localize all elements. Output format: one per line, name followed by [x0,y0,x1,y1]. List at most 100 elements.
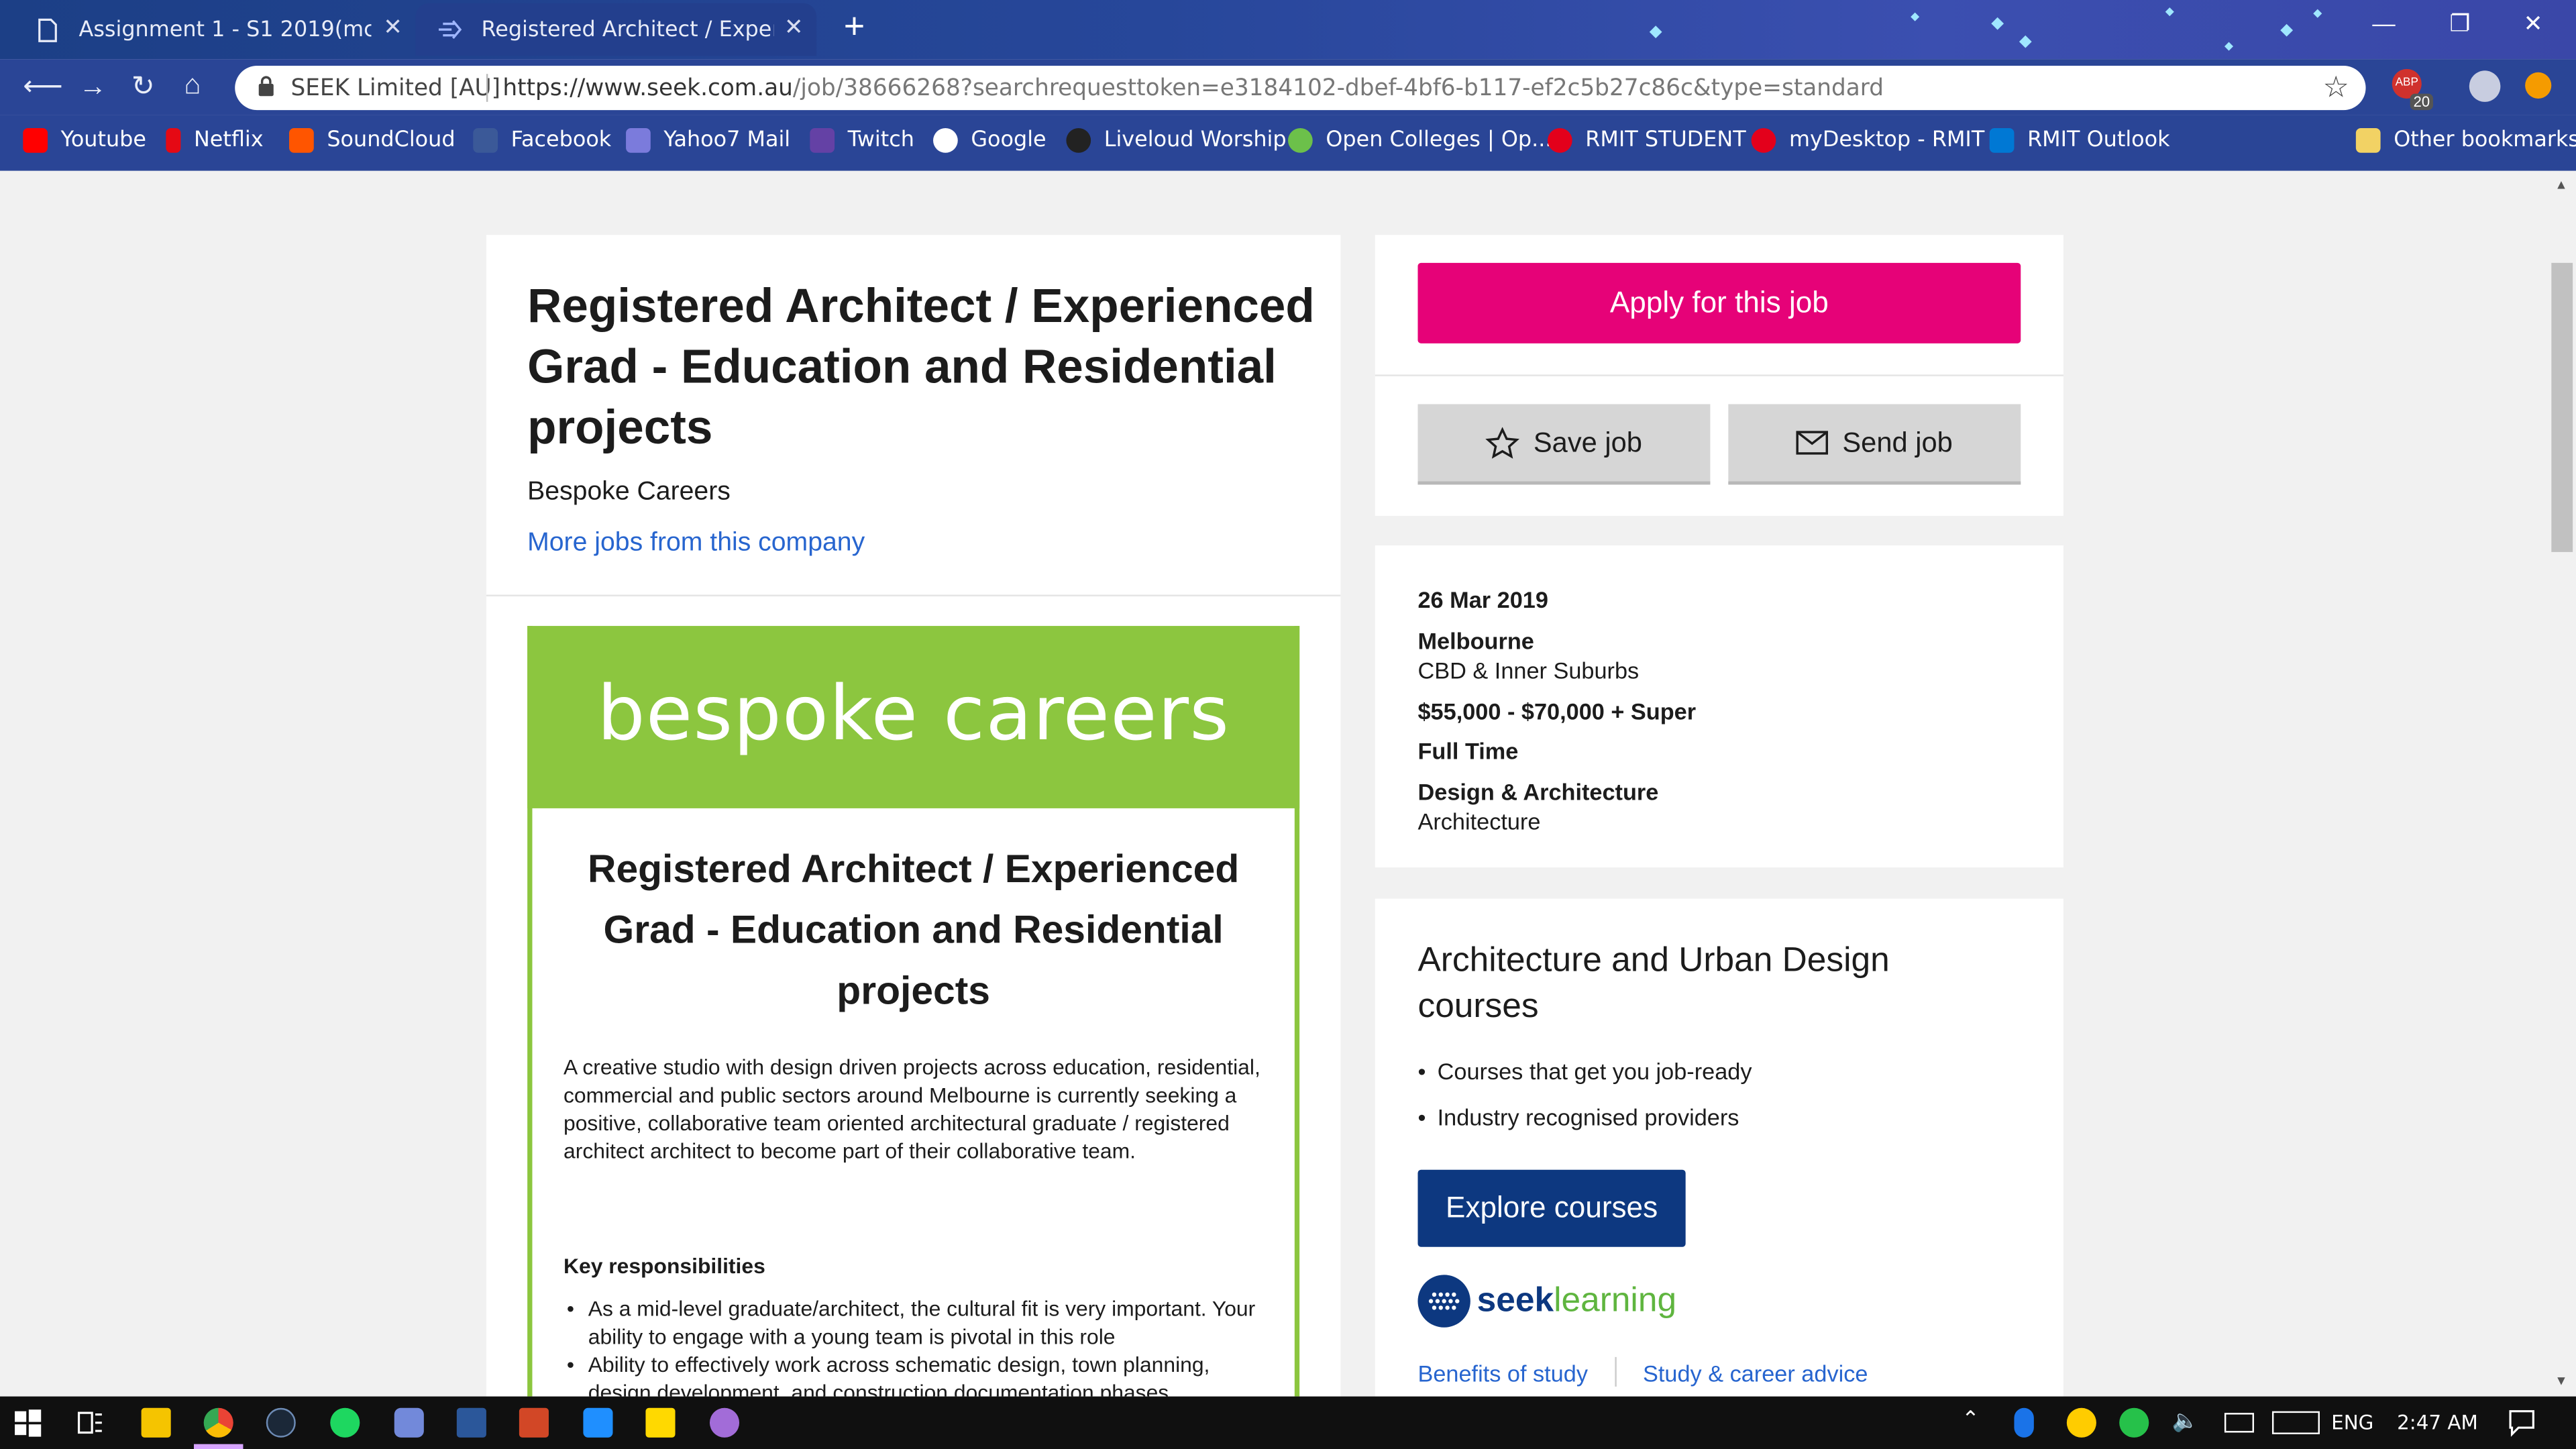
apply-card: Apply for this job Save job Send job [1375,235,2063,516]
seek-favicon-icon [438,16,462,42]
reload-icon[interactable]: ↻ [131,72,155,101]
bookmark-mydesktop[interactable]: myDesktop - RMIT [1751,128,1984,153]
sticky-notes-icon[interactable] [645,1407,676,1438]
bookmark-liveloud[interactable]: Liveloud Worship [1066,128,1287,153]
apply-button[interactable]: Apply for this job [1417,262,2021,343]
page-scrollbar[interactable]: ▲ ▼ [2548,170,2576,1397]
spotify-icon[interactable] [330,1407,360,1438]
seek-logo-icon [1417,1275,1470,1328]
save-job-button[interactable]: Save job [1417,404,1711,485]
site-identity: SEEK Limited [AU] [290,75,501,102]
more-jobs-link[interactable]: More jobs from this company [527,529,865,559]
discord-icon[interactable] [394,1407,424,1438]
steam-icon[interactable] [266,1407,296,1438]
messenger-icon[interactable] [583,1407,613,1438]
ad-heading: Key responsibilities [564,1253,765,1279]
notifications-icon[interactable] [2507,1408,2536,1438]
screen: ◆ ◆ ◆ ◆ ◆ ◆ ◆ ◆ Assignment 1 - S1 2019(m… [0,0,2576,1449]
bookmark-outlook[interactable]: RMIT Outlook [1989,128,2170,153]
ad-title: Registered Architect / Experienced Grad … [588,847,1240,1014]
github-icon[interactable] [709,1407,740,1438]
power-icon[interactable] [2224,1413,2255,1433]
bookmark-rmit-student[interactable]: RMIT STUDENT [1547,128,1746,153]
lock-icon [258,76,274,105]
word-icon[interactable] [456,1407,486,1438]
close-icon[interactable]: ✕ [383,15,402,41]
page-content: Registered Architect / Experienced Grad … [0,170,2548,1397]
tab-seek-job[interactable]: Registered Architect / Experience ✕ [415,3,817,56]
folder-icon [2355,128,2381,153]
home-icon[interactable]: ⌂ [184,70,201,99]
salary: $55,000 - $70,000 + Super [1417,698,1697,725]
bluetooth-icon[interactable] [2014,1407,2034,1438]
bookmark-star-icon[interactable]: ☆ [2323,70,2350,105]
courses-card: Architecture and Urban Design courses Co… [1375,898,2063,1397]
listing-date: 26 Mar 2019 [1417,586,1548,613]
benefits-of-study-link[interactable]: Benefits of study [1417,1360,1588,1387]
back-icon[interactable]: ⟵ [23,72,63,101]
mail-icon [1796,431,1829,455]
close-icon[interactable]: ✕ [784,15,804,41]
close-window-icon[interactable]: ✕ [2524,10,2543,38]
list-item: Courses that get you job-ready [1417,1058,1752,1084]
send-job-label: Send job [1842,426,1953,458]
bookmark-soundcloud[interactable]: SoundCloud [289,128,455,153]
save-job-label: Save job [1533,426,1642,458]
minimize-icon[interactable]: — [2372,10,2395,36]
classification: Design & Architecture [1417,778,1659,806]
bookmark-open-colleges[interactable]: Open Colleges | Op... [1288,128,1552,153]
ad-intro: A creative studio with design driven pro… [564,1055,1260,1163]
other-bookmarks[interactable]: Other bookmarks [2355,128,2576,153]
update-icon[interactable] [2525,72,2552,99]
rmit-icon [1547,128,1572,153]
volume-icon[interactable]: 🔈 [2172,1409,2199,1434]
bookmark-netflix[interactable]: Netflix [166,128,264,153]
new-tab-button[interactable]: + [835,7,874,48]
bookmark-yahoo-mail[interactable]: Yahoo7 Mail [626,128,790,153]
google-icon [933,128,958,153]
profile-avatar[interactable] [2469,70,2501,102]
chevron-up-icon[interactable]: ⌃ [1962,1408,1980,1433]
tab-strip: ◆ ◆ ◆ ◆ ◆ ◆ ◆ ◆ Assignment 1 - S1 2019(m… [0,0,2576,60]
bookmarks-bar: Youtube Netflix SoundCloud Facebook Yaho… [0,115,2576,171]
explore-courses-button[interactable]: Explore courses [1417,1169,1686,1247]
document-icon [36,16,59,42]
youtube-icon [23,128,48,153]
tray-status-icon[interactable] [2119,1407,2149,1438]
send-job-button[interactable]: Send job [1728,404,2021,485]
task-view-icon[interactable] [76,1408,105,1438]
bookmark-facebook[interactable]: Facebook [473,128,611,153]
facebook-icon [473,128,498,153]
scroll-up-icon[interactable]: ▲ [2555,177,2567,192]
list-item: Industry recognised providers [1417,1104,1739,1130]
bookmark-google[interactable]: Google [933,128,1046,153]
liveloud-icon [1066,128,1091,153]
courses-title: Architecture and Urban Design courses [1417,941,1890,1026]
study-career-advice-link[interactable]: Study & career advice [1643,1360,1868,1387]
bookmark-youtube[interactable]: Youtube [23,128,146,153]
restore-icon[interactable]: ❐ [2449,10,2470,38]
responsibilities-list: As a mid-level graduate/architect, the c… [564,1295,1270,1397]
job-details-card: Registered Architect / Experienced Grad … [486,235,1341,1397]
windows-start-icon[interactable] [13,1408,43,1438]
work-type: Full Time [1417,737,1519,764]
scrollbar-thumb[interactable] [2551,262,2573,552]
tray-app-icon[interactable] [2066,1407,2096,1438]
star-icon [1486,426,1520,458]
netflix-icon [166,128,181,153]
keyboard-icon[interactable] [2271,1411,2320,1434]
chrome-icon[interactable] [203,1407,233,1438]
extension-badge: 20 [2410,93,2434,111]
bookmark-twitch[interactable]: Twitch [810,128,914,153]
clock[interactable]: 2:47 AM [2397,1411,2478,1434]
outlook-icon [1989,128,2015,153]
address-bar[interactable]: SEEK Limited [AU] https://www.seek.com.a… [235,65,2366,111]
twitch-icon [810,128,835,153]
powerpoint-icon[interactable] [519,1407,549,1438]
scroll-down-icon[interactable]: ▼ [2555,1373,2567,1388]
language-indicator[interactable]: ENG [2331,1411,2373,1434]
file-explorer-icon[interactable] [141,1407,171,1438]
tab-assignment[interactable]: Assignment 1 - S1 2019(mc) (1).p ✕ [13,3,416,56]
job-title: Registered Architect / Experienced Grad … [527,280,1315,455]
forward-icon[interactable]: → [79,72,107,101]
